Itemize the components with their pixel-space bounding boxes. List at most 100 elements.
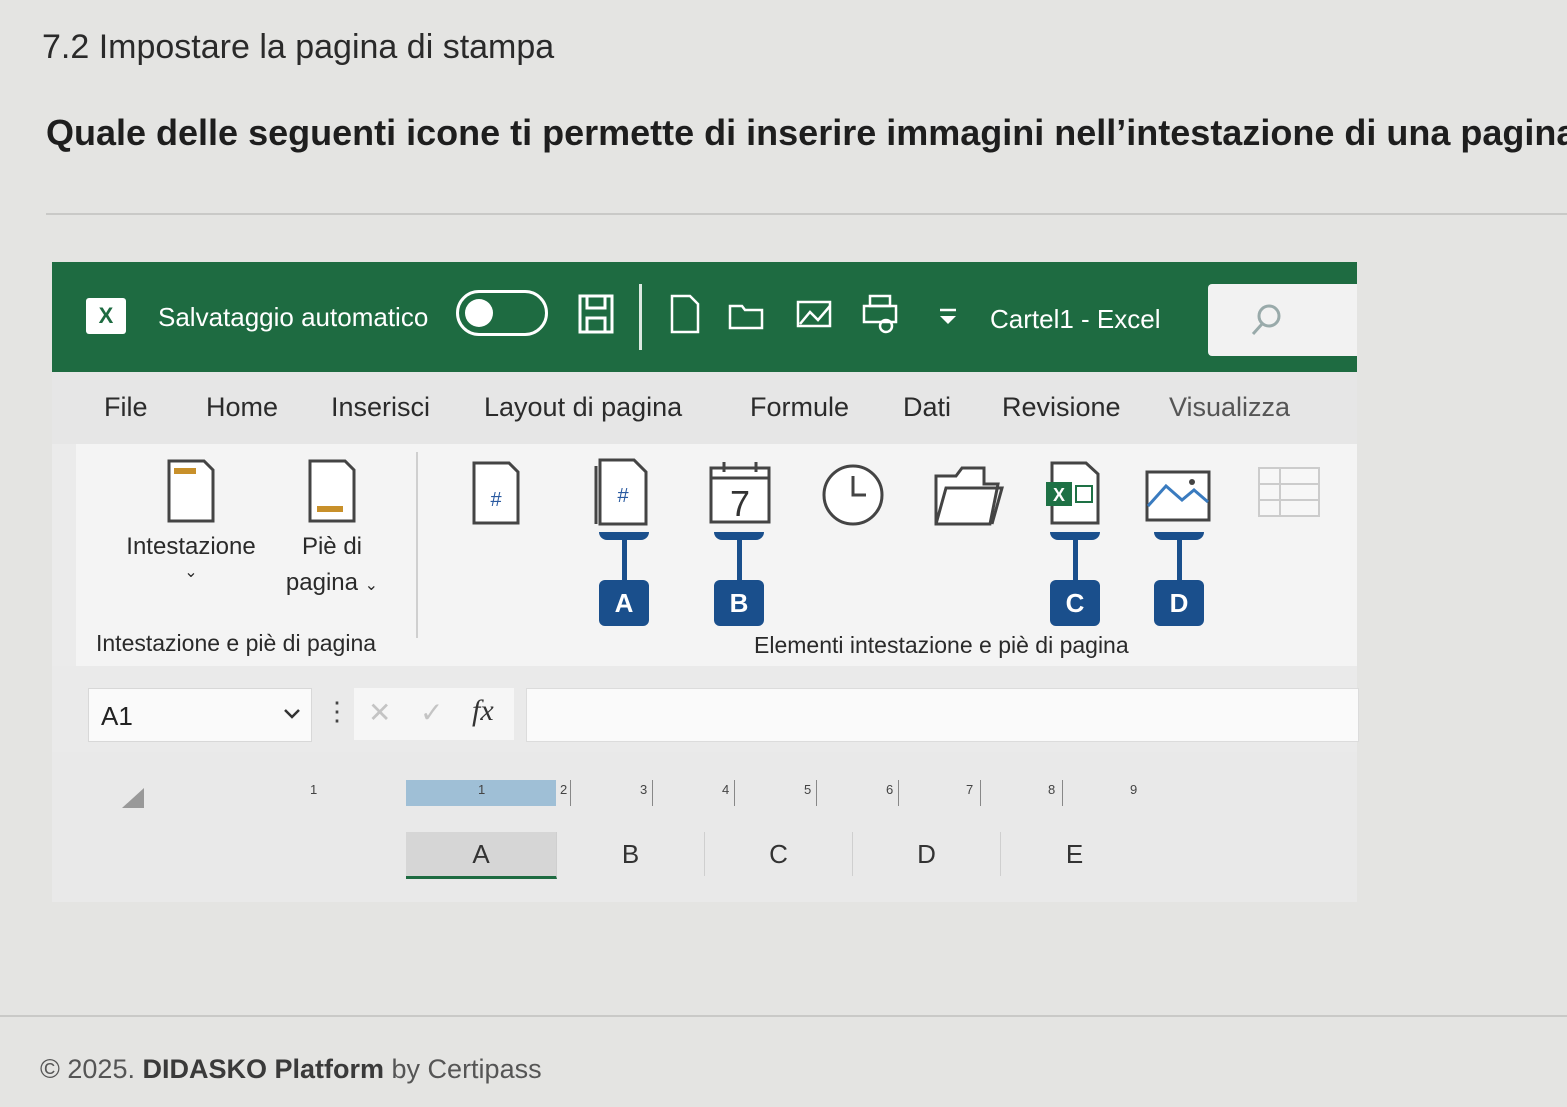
cancel-icon[interactable]: ✕ xyxy=(368,696,391,729)
picture-icon[interactable] xyxy=(796,294,832,334)
autosave-label: Salvataggio automatico xyxy=(158,302,429,332)
ruler-number: 4 xyxy=(722,782,730,797)
customize-qat-icon[interactable] xyxy=(930,294,966,334)
ruler-tick xyxy=(816,780,817,806)
tab-formule[interactable]: Formule xyxy=(750,392,849,423)
ruler-number: 6 xyxy=(886,782,894,797)
ruler-number: 2 xyxy=(560,782,568,797)
page-count-icon[interactable]: # xyxy=(594,458,650,526)
search-icon xyxy=(1251,304,1281,336)
column-header-b[interactable]: B xyxy=(557,832,705,876)
name-box-value: A1 xyxy=(101,701,133,731)
format-picture-icon[interactable] xyxy=(1256,464,1322,520)
formula-buttons: ✕ ✓ fx xyxy=(354,688,514,740)
column-header-c[interactable]: C xyxy=(705,832,853,876)
more-options-icon: ⋮ xyxy=(324,696,350,726)
tab-file[interactable]: File xyxy=(104,392,148,423)
callout-a-bar xyxy=(599,532,649,540)
ruler-tick xyxy=(980,780,981,806)
new-document-icon[interactable] xyxy=(666,294,702,334)
worksheet-area: 1 1 2 3 4 5 6 7 8 9 A B C D E xyxy=(52,752,1357,902)
group-label-header-footer: Intestazione e piè di pagina xyxy=(96,630,377,656)
print-preview-icon[interactable] xyxy=(862,294,898,334)
select-all-icon[interactable] xyxy=(118,786,146,810)
date-glyph: 7 xyxy=(730,483,750,524)
sheet-picture-icon[interactable] xyxy=(1144,466,1212,526)
formula-input[interactable] xyxy=(526,688,1359,742)
toggle-knob xyxy=(465,299,493,327)
file-name-glyph: X xyxy=(1053,485,1065,505)
ruler-tick xyxy=(898,780,899,806)
callout-a-stem xyxy=(622,540,627,580)
header-button[interactable]: Intestazione ⌄ xyxy=(116,458,266,581)
column-header-a[interactable]: A xyxy=(406,832,557,879)
current-time-icon[interactable] xyxy=(820,462,886,528)
enter-icon[interactable]: ✓ xyxy=(420,696,443,729)
current-date-icon[interactable]: 7 xyxy=(708,460,772,526)
callout-c-bar xyxy=(1050,532,1100,540)
ruler-number: 1 xyxy=(478,782,486,797)
footer-divider xyxy=(0,1015,1567,1017)
ribbon-tabs: File Home Inserisci Layout di pagina For… xyxy=(52,372,1357,444)
group-separator xyxy=(416,452,418,638)
open-folder-icon[interactable] xyxy=(728,294,764,334)
file-path-icon[interactable] xyxy=(934,464,1004,526)
header-button-label: Intestazione xyxy=(126,533,256,560)
column-header-e[interactable]: E xyxy=(1001,832,1148,876)
ruler-number: 9 xyxy=(1130,782,1138,797)
ruler-number: 5 xyxy=(804,782,812,797)
callout-b-badge: B xyxy=(714,580,764,626)
footer-button-label-line1: Piè di xyxy=(301,533,363,560)
column-header-d[interactable]: D xyxy=(853,832,1001,876)
footer-button[interactable]: Piè di pagina ⌄ xyxy=(272,458,392,604)
tab-inserisci[interactable]: Inserisci xyxy=(331,392,430,423)
chevron-down-icon: ⌄ xyxy=(184,564,198,581)
formula-bar: A1 ⋮ ✕ ✓ fx xyxy=(52,666,1359,752)
file-name-icon[interactable]: X xyxy=(1046,460,1102,526)
page-number-icon[interactable]: # xyxy=(471,460,521,526)
callout-d-badge: D xyxy=(1154,580,1204,626)
ruler-number: 7 xyxy=(966,782,974,797)
divider xyxy=(46,213,1567,215)
tab-revisione[interactable]: Revisione xyxy=(1002,392,1121,423)
search-box[interactable] xyxy=(1208,284,1357,356)
tab-visualizza[interactable]: Visualizza xyxy=(1169,392,1290,423)
tab-dati[interactable]: Dati xyxy=(903,392,951,423)
save-icon[interactable] xyxy=(578,294,614,334)
footer-button-label-line2: pagina ⌄ xyxy=(285,569,379,596)
platform-name: DIDASKO Platform xyxy=(142,1054,385,1084)
ruler-tick xyxy=(734,780,735,806)
section-title: 7.2 Impostare la pagina di stampa xyxy=(42,28,555,66)
callout-a-badge: A xyxy=(599,580,649,626)
group-label-elements: Elementi intestazione e piè di pagina xyxy=(754,632,1129,658)
autosave-toggle[interactable] xyxy=(456,290,548,336)
callout-b-stem xyxy=(737,540,742,580)
insert-function-icon[interactable]: fx xyxy=(472,694,494,728)
header-page-icon xyxy=(167,459,215,523)
question-text: Quale delle seguenti icone ti permette d… xyxy=(46,112,1567,153)
excel-titlebar: X Salvataggio automatico Cartel1 - Excel xyxy=(52,262,1357,372)
callout-d-stem xyxy=(1177,540,1182,580)
callout-b-bar xyxy=(714,532,764,540)
ruler-tick xyxy=(1062,780,1063,806)
footer: © 2025. DIDASKO Platform by Certipass xyxy=(40,1054,542,1085)
footer-page-icon xyxy=(308,459,356,523)
platform-by: by Certipass xyxy=(391,1054,542,1084)
document-title: Cartel1 - Excel xyxy=(990,304,1161,334)
excel-logo-icon: X xyxy=(86,298,126,334)
chevron-down-icon[interactable] xyxy=(283,707,301,721)
name-box[interactable]: A1 xyxy=(88,688,312,742)
titlebar-separator xyxy=(639,284,642,350)
ruler-tick xyxy=(570,780,571,806)
tab-home[interactable]: Home xyxy=(206,392,278,423)
tab-layout-di-pagina[interactable]: Layout di pagina xyxy=(484,392,682,423)
ruler-number: 3 xyxy=(640,782,648,797)
ribbon: Intestazione ⌄ Piè di pagina ⌄ Intestazi… xyxy=(76,444,1357,666)
page-number-glyph: # xyxy=(490,489,502,511)
callout-c-badge: C xyxy=(1050,580,1100,626)
copyright-text: © 2025. xyxy=(40,1054,135,1084)
ruler-number: 1 xyxy=(310,782,318,797)
callout-d-bar xyxy=(1154,532,1204,540)
page-count-glyph: # xyxy=(617,485,629,507)
excel-screenshot: X Salvataggio automatico Cartel1 - Excel… xyxy=(52,262,1359,902)
